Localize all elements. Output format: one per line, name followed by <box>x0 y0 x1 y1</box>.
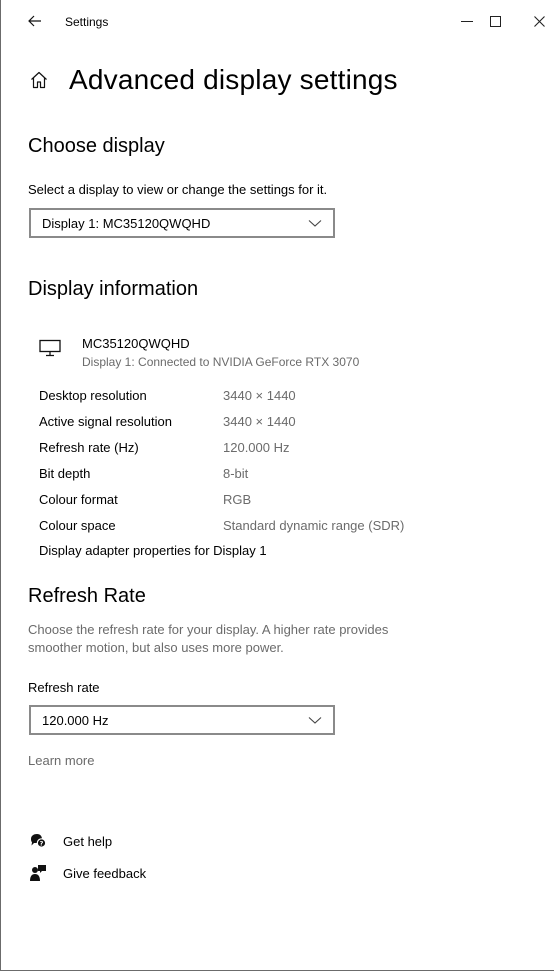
info-label: Bit depth <box>39 466 91 481</box>
svg-text:?: ? <box>40 839 44 847</box>
info-value: 120.000 Hz <box>223 440 290 455</box>
choose-display-heading: Choose display <box>28 135 165 157</box>
give-feedback-label: Give feedback <box>63 865 147 881</box>
info-row-active-signal-resolution: Active signal resolution 3440 × 1440 <box>39 413 459 439</box>
display-select[interactable]: Display 1: MC35120QWQHD <box>29 208 335 238</box>
refresh-rate-select-value: 120.000 Hz <box>42 712 109 728</box>
info-row-bit-depth: Bit depth 8-bit <box>39 465 459 491</box>
settings-window: Settings Advanced display settings Choos… <box>0 0 554 971</box>
learn-more-link[interactable]: Learn more <box>28 753 94 768</box>
refresh-rate-heading: Refresh Rate <box>28 585 146 607</box>
close-button[interactable] <box>523 8 555 34</box>
info-label: Colour space <box>39 518 116 533</box>
give-feedback-link[interactable]: Give feedback <box>28 864 146 882</box>
info-row-desktop-resolution: Desktop resolution 3440 × 1440 <box>39 387 459 413</box>
refresh-rate-description-line1: Choose the refresh rate for your display… <box>28 622 389 637</box>
info-row-refresh-rate: Refresh rate (Hz) 120.000 Hz <box>39 439 459 465</box>
info-label: Colour format <box>39 492 118 507</box>
display-adapter-properties-link[interactable]: Display adapter properties for Display 1 <box>39 543 267 558</box>
get-help-label: Get help <box>63 833 113 849</box>
page-title: Advanced display settings <box>69 64 398 95</box>
info-row-colour-format: Colour format RGB <box>39 491 459 517</box>
info-row-colour-space: Colour space Standard dynamic range (SDR… <box>39 517 459 543</box>
display-information-heading: Display information <box>28 278 199 300</box>
monitor-name: MC35120QWQHD <box>82 336 190 351</box>
home-icon <box>31 71 47 89</box>
info-value: 3440 × 1440 <box>223 414 296 429</box>
info-value: 3440 × 1440 <box>223 388 296 403</box>
back-arrow-icon <box>28 15 41 27</box>
choose-display-description: Select a display to view or change the s… <box>28 182 328 197</box>
chevron-down-icon <box>308 717 322 724</box>
give-feedback-icon <box>28 864 48 882</box>
info-label: Active signal resolution <box>39 414 172 429</box>
back-button[interactable] <box>23 9 47 33</box>
info-label: Desktop resolution <box>39 388 147 403</box>
chevron-down-icon <box>308 220 322 227</box>
title-bar: Settings <box>1 0 554 44</box>
display-select-value: Display 1: MC35120QWQHD <box>42 215 211 231</box>
info-value: 8-bit <box>223 466 249 481</box>
home-button[interactable] <box>28 69 50 91</box>
info-label: Refresh rate (Hz) <box>39 440 139 455</box>
window-title: Settings <box>65 15 109 29</box>
display-info-table: Desktop resolution 3440 × 1440 Active si… <box>39 387 459 543</box>
get-help-icon: ? <box>28 832 48 850</box>
minimize-icon <box>461 20 473 22</box>
monitor-connection: Display 1: Connected to NVIDIA GeForce R… <box>82 355 360 369</box>
page-header: Advanced display settings <box>28 64 398 96</box>
get-help-link[interactable]: ? Get help <box>28 832 112 850</box>
maximize-icon <box>489 15 501 27</box>
maximize-button[interactable] <box>479 8 511 34</box>
refresh-rate-description-line2: smoother motion, but also uses more powe… <box>28 640 284 655</box>
refresh-rate-select[interactable]: 120.000 Hz <box>29 705 335 735</box>
info-value: RGB <box>223 492 252 507</box>
monitor-icon <box>39 339 61 357</box>
info-value: Standard dynamic range (SDR) <box>223 518 405 533</box>
close-icon <box>533 15 545 27</box>
refresh-rate-label: Refresh rate <box>28 680 100 695</box>
